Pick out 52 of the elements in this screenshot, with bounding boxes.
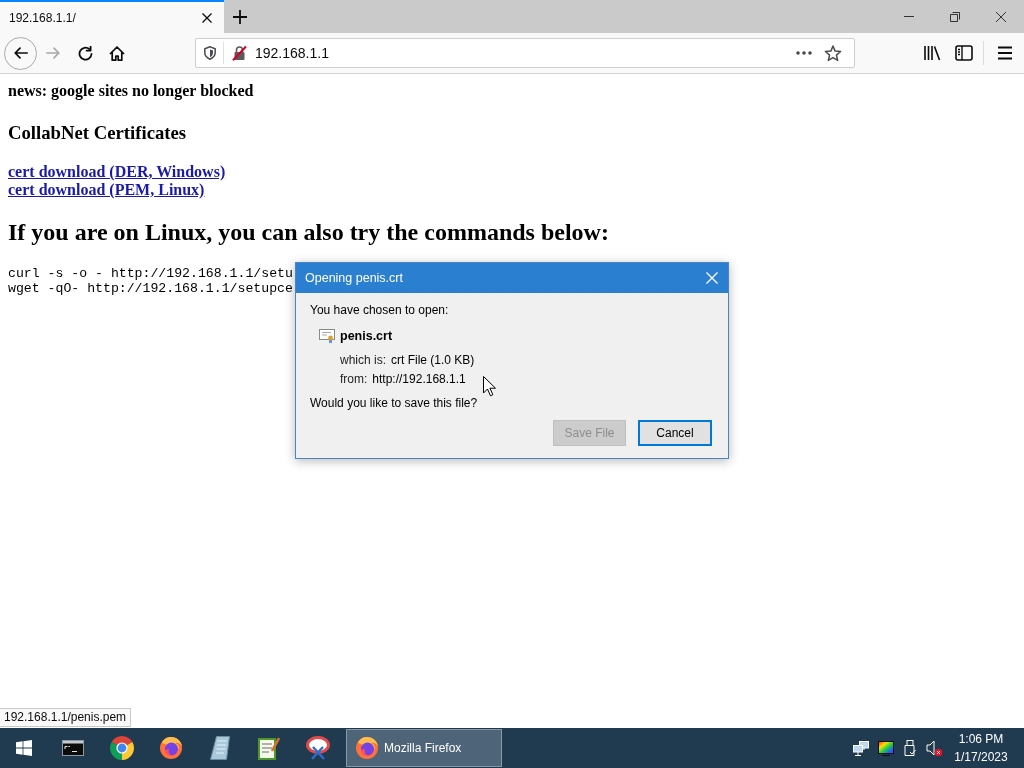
file-type-label: which is: [340, 352, 386, 369]
section-heading: CollabNet Certificates [8, 122, 187, 144]
download-link[interactable]: cert download (PEM, Linux) [8, 181, 205, 198]
menu-icon [997, 46, 1013, 60]
notepad-app-icon[interactable] [209, 736, 230, 760]
file-name: penis.crt [340, 328, 393, 345]
back-button[interactable] [4, 36, 37, 70]
sidebar-icon [955, 45, 973, 61]
clock-time: 1:06 PM [958, 731, 1004, 748]
start-windows-icon[interactable] [16, 740, 32, 756]
dialog-intro-text: You have chosen to open: [310, 302, 449, 319]
reload-icon [77, 45, 93, 61]
shield-icon[interactable] [204, 46, 216, 60]
usb-drive-icon[interactable] [904, 740, 917, 756]
close-icon [706, 272, 718, 284]
news-text: news: google sites no longer blocked [8, 82, 254, 100]
close-icon[interactable] [996, 11, 1006, 22]
insecure-lock-icon[interactable] [232, 45, 247, 61]
download-link[interactable]: cert download (DER, Windows) [8, 163, 226, 180]
speaker-icon[interactable] [926, 739, 944, 757]
command-line: curl -s -o - http://192.168.1.1/setu [8, 266, 293, 281]
back-arrow-icon [13, 47, 28, 59]
globe-app-icon[interactable] [158, 736, 183, 760]
bookmark-star-icon[interactable] [824, 44, 842, 62]
file-source-label: from: [340, 371, 368, 388]
file-source-value: http://192.168.1.1 [372, 371, 466, 388]
command-line: wget -qO- http://192.168.1.1/setupce [8, 281, 293, 296]
certificate-file-icon [319, 328, 335, 344]
network-icon[interactable] [853, 740, 870, 756]
library-icon [923, 45, 941, 61]
cancel-button[interactable]: Cancel [638, 420, 712, 446]
text-editor-app-icon[interactable] [257, 736, 280, 760]
home-icon [109, 45, 125, 61]
dialog-title: Opening penis.crt [305, 271, 404, 285]
forward-arrow-icon [46, 47, 60, 59]
scissors-app-icon[interactable] [305, 736, 330, 760]
command-prompt-icon[interactable] [61, 740, 84, 756]
new-tab-plus-icon[interactable] [233, 9, 247, 24]
globe-app-icon [355, 736, 379, 760]
commands-heading: If you are on Linux, you can also try the commands below: [8, 218, 609, 246]
taskbar-window-button[interactable]: Mozilla Firefox [346, 729, 502, 767]
browser-app-icon[interactable] [109, 736, 134, 760]
clock-date: 1/17/2023 [954, 749, 1008, 766]
link-status-tooltip: 192.168.1.1/penis.pem [0, 708, 132, 727]
close-tab-icon[interactable] [202, 12, 212, 23]
restore-icon[interactable] [950, 11, 960, 22]
mouse-pointer-icon [483, 376, 496, 397]
file-type-value: crt File (1.0 KB) [391, 352, 475, 369]
browser-tab[interactable]: 192.168.1.1/ [0, 0, 224, 33]
display-settings-icon[interactable] [877, 740, 894, 756]
save-question-text: Would you like to save this file? [310, 395, 478, 412]
more-options-icon[interactable] [796, 51, 812, 55]
